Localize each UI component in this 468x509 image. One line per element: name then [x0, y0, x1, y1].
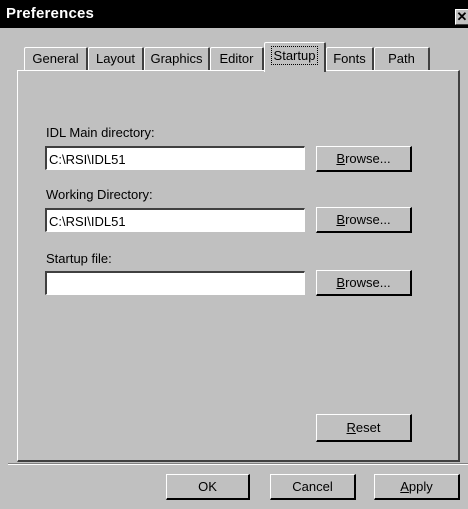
tab-label: Fonts [333, 51, 366, 66]
window-title: Preferences [6, 5, 95, 22]
title-bar[interactable]: Preferences ✕ [0, 0, 468, 28]
close-icon[interactable]: ✕ [455, 9, 468, 25]
browse-working-directory-button[interactable]: Browse... [316, 207, 412, 233]
tab-fonts[interactable]: Fonts [326, 47, 374, 70]
startup-panel: IDL Main directory: Browse... Working Di… [17, 70, 460, 462]
startup-file-label: Startup file: [46, 251, 112, 266]
tab-label: General [32, 51, 79, 66]
tab-startup[interactable]: Startup [264, 42, 326, 72]
tab-layout[interactable]: Layout [88, 47, 144, 70]
working-directory-label: Working Directory: [46, 187, 153, 202]
button-label: Apply [400, 479, 433, 494]
browse-main-directory-button[interactable]: Browse... [316, 146, 412, 172]
main-directory-label: IDL Main directory: [46, 125, 155, 140]
main-directory-input[interactable] [45, 146, 305, 170]
startup-file-input[interactable] [45, 271, 305, 295]
tab-graphics[interactable]: Graphics [144, 47, 210, 70]
button-label: Browse... [336, 212, 391, 227]
button-label: Reset [346, 420, 381, 435]
tab-label: Layout [95, 51, 136, 66]
apply-button[interactable]: Apply [374, 474, 460, 500]
tab-general[interactable]: General [24, 47, 88, 70]
preferences-dialog: Preferences ✕ General Layout Graphics Ed… [0, 0, 468, 509]
ok-button[interactable]: OK [166, 474, 250, 500]
tab-label: Path [388, 51, 415, 66]
tab-editor[interactable]: Editor [210, 47, 264, 70]
reset-button[interactable]: Reset [316, 414, 412, 442]
tab-path[interactable]: Path [374, 47, 430, 70]
footer-divider [8, 463, 468, 465]
tab-label: Graphics [150, 51, 203, 66]
tab-label: Startup [270, 46, 319, 65]
working-directory-input[interactable] [45, 208, 305, 232]
button-label: Cancel [292, 479, 333, 494]
button-label: Browse... [336, 151, 391, 166]
browse-startup-file-button[interactable]: Browse... [316, 270, 412, 296]
button-label: Browse... [336, 275, 391, 290]
cancel-button[interactable]: Cancel [270, 474, 356, 500]
tab-label: Editor [219, 51, 254, 66]
button-label: OK [198, 479, 217, 494]
